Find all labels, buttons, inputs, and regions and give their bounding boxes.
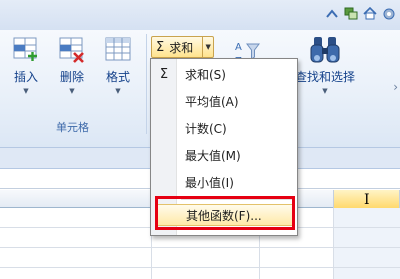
find-select-button[interactable]: 查找和选择 ▼ <box>290 32 360 95</box>
find-select-dropdown-arrow-icon[interactable]: ▼ <box>290 87 360 95</box>
find-select-label: 查找和选择 <box>294 70 355 84</box>
menu-item-sum[interactable]: Σ 求和(S) <box>151 63 297 85</box>
format-cells-icon <box>103 34 133 66</box>
menu-separator <box>181 199 295 200</box>
svg-text:A: A <box>235 42 242 53</box>
insert-cells-button[interactable]: 插入 ▼ <box>6 32 46 106</box>
menu-item-min[interactable]: 最小值(I) <box>151 171 297 193</box>
group-separator <box>146 34 147 134</box>
menu-item-label: 求和(S) <box>185 67 226 82</box>
menu-item-label: 最大值(M) <box>185 148 241 163</box>
delete-dropdown-arrow-icon[interactable]: ▼ <box>52 87 92 95</box>
menu-item-max[interactable]: 最大值(M) <box>151 144 297 166</box>
ribbon-scroll-icon[interactable]: › <box>393 80 398 94</box>
menu-item-average[interactable]: 平均值(A) <box>151 90 297 112</box>
window-controls <box>324 6 396 21</box>
column-header-i-label: I <box>364 192 370 208</box>
autosum-label: 求和 <box>169 40 194 55</box>
menu-item-label: 最小值(I) <box>185 175 234 190</box>
cells-group-label: 单元格 <box>56 121 89 134</box>
format-cells-button[interactable]: 格式 ▼ <box>98 32 138 106</box>
home-icon[interactable] <box>362 6 377 21</box>
autosum-split-button[interactable]: Σ 求和 ▼ <box>151 36 214 58</box>
up-arrow-icon[interactable] <box>324 6 339 21</box>
format-cells-label: 格式 <box>105 70 130 84</box>
delete-cells-button[interactable]: 删除 ▼ <box>52 32 92 106</box>
insert-dropdown-arrow-icon[interactable]: ▼ <box>6 87 46 95</box>
menu-item-label: 其他函数(F)... <box>186 208 262 223</box>
menu-item-label: 平均值(A) <box>185 94 239 109</box>
delete-cells-label: 删除 <box>59 70 84 84</box>
sigma-icon: Σ <box>156 39 165 55</box>
window-switch-icon[interactable] <box>343 6 358 21</box>
sigma-icon: Σ <box>159 66 169 82</box>
autosum-button[interactable]: Σ 求和 <box>152 37 202 57</box>
delete-cells-icon <box>57 34 87 66</box>
settings-icon[interactable] <box>381 6 396 21</box>
column-header-e[interactable] <box>0 190 152 208</box>
binoculars-icon <box>308 34 342 66</box>
menu-item-count[interactable]: 计数(C) <box>151 117 297 139</box>
menu-item-more-functions[interactable]: 其他函数(F)... <box>155 204 293 226</box>
autosum-dropdown-menu: Σ 求和(S) 平均值(A) 计数(C) 最大值(M) 最小值(I) 其他函数(… <box>150 58 298 236</box>
menu-item-label: 计数(C) <box>185 121 227 136</box>
insert-cells-icon <box>11 34 41 66</box>
autosum-dropdown-arrow-icon[interactable]: ▼ <box>202 37 213 57</box>
selected-column-cells[interactable] <box>334 208 400 279</box>
title-strip <box>0 0 400 30</box>
format-dropdown-arrow-icon[interactable]: ▼ <box>98 87 138 95</box>
insert-cells-label: 插入 <box>13 70 38 84</box>
